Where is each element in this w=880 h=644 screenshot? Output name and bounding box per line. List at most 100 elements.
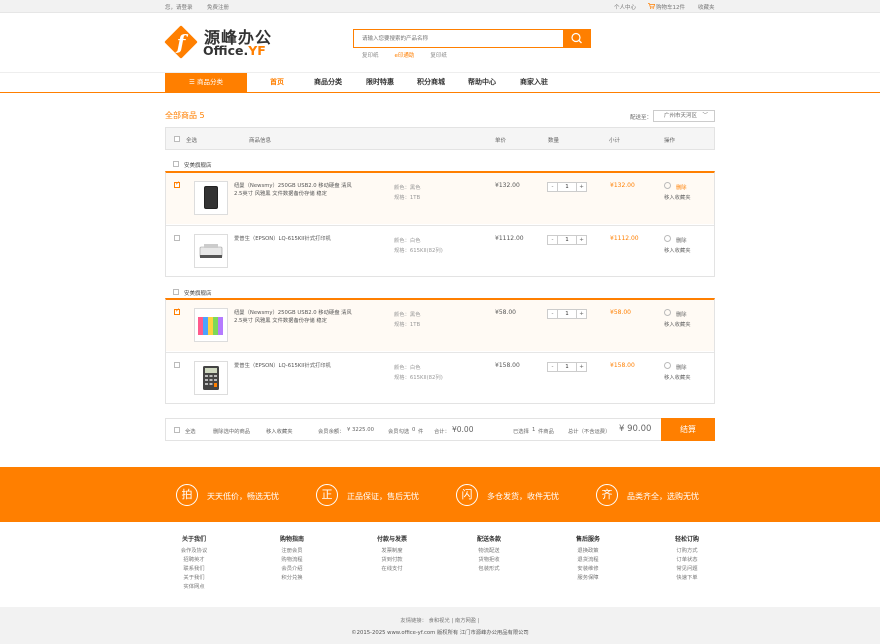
delete-circle-icon[interactable] xyxy=(664,182,671,189)
cart-table-header: 全选 商品信息 单价 数量 小计 操作 xyxy=(165,127,715,150)
delete-circle-icon[interactable] xyxy=(664,235,671,242)
item-checkbox[interactable] xyxy=(174,362,180,368)
footer-link[interactable]: 会作及协议 xyxy=(164,547,224,556)
greeting-login-link[interactable]: 您，请登录 xyxy=(165,3,193,11)
qty-value[interactable]: 1 xyxy=(558,363,576,371)
footer-link[interactable]: 物流配送 xyxy=(459,547,519,556)
summary-move-favorites-button[interactable]: 移入收藏夹 xyxy=(266,427,293,435)
qty-plus-button[interactable]: + xyxy=(576,236,586,244)
footer-link[interactable]: 发票制度 xyxy=(362,547,422,556)
delete-circle-icon[interactable] xyxy=(664,362,671,369)
points-value: 0 xyxy=(412,427,416,433)
footer-link[interactable]: 货物拒收 xyxy=(459,556,519,565)
feature-icon-fast-shipping: 闪 xyxy=(456,484,478,506)
nav-item-categories[interactable]: 商品分类 xyxy=(314,73,342,92)
footer-column-guide: 购物指南 注册会员 购物流程 会员介绍 积分兑换 xyxy=(262,534,322,583)
move-to-favorites-button[interactable]: 移入收藏夹 xyxy=(664,246,691,254)
footer-link[interactable]: 包装形式 xyxy=(459,565,519,574)
item-checkbox[interactable] xyxy=(174,307,180,315)
footer-link[interactable]: 货到付款 xyxy=(362,556,422,565)
personal-center-link[interactable]: 个人中心 xyxy=(614,3,636,11)
delete-button[interactable]: 删除 xyxy=(676,236,687,244)
nav-item-deals[interactable]: 限时特惠 xyxy=(366,73,394,92)
footer-link[interactable]: 退货流程 xyxy=(558,556,618,565)
hot-word[interactable]: 复印纸 xyxy=(362,53,379,59)
footer-column-title: 配送条款 xyxy=(476,536,501,543)
nav-item-merchant[interactable]: 商家入驻 xyxy=(520,73,548,92)
nav-underline xyxy=(0,92,880,93)
move-to-favorites-button[interactable]: 移入收藏夹 xyxy=(664,373,691,381)
nav-item-help[interactable]: 帮助中心 xyxy=(468,73,496,92)
footer-link[interactable]: 订单状态 xyxy=(657,556,717,565)
footer-link[interactable]: 安装维修 xyxy=(558,565,618,574)
hot-word[interactable]: 复印纸 xyxy=(430,53,447,59)
footer-link[interactable]: 招聘英才 xyxy=(164,556,224,565)
delete-button[interactable]: 删除 xyxy=(676,183,687,191)
item-checkbox[interactable] xyxy=(174,180,180,188)
product-thumbnail[interactable] xyxy=(194,308,228,342)
search-input[interactable] xyxy=(354,30,563,47)
move-to-favorites-button[interactable]: 移入收藏夹 xyxy=(664,193,691,201)
category-menu-button[interactable]: ☰ 商品分类 xyxy=(165,73,247,92)
checkout-button[interactable]: 结算 xyxy=(661,418,715,441)
logo-en-accent: YF xyxy=(248,43,266,58)
shop-checkbox[interactable] xyxy=(173,161,179,167)
footer-link[interactable]: 常见问题 xyxy=(657,565,717,574)
nav-item-points-mall[interactable]: 积分商城 xyxy=(417,73,445,92)
friend-links[interactable]: 友情链接： 食和视光 | 南方网盈 | xyxy=(0,616,880,624)
quantity-stepper: -1 + xyxy=(547,309,587,319)
product-name[interactable]: 纽曼（Newsmy）250GB USB2.0 移动硬盘 清风 2.5英寸 风雅黑… xyxy=(234,182,354,198)
cart-item: 纽曼（Newsmy）250GB USB2.0 移动硬盘 清风 2.5英寸 风雅黑… xyxy=(166,300,714,351)
cart-icon[interactable] xyxy=(648,3,656,11)
footer-link[interactable]: 会员介绍 xyxy=(262,565,322,574)
product-thumbnail[interactable] xyxy=(194,361,228,395)
unit-price: ¥158.00 xyxy=(495,362,520,369)
product-name[interactable]: 纽曼（Newsmy）250GB USB2.0 移动硬盘 清风 2.5英寸 风雅黑… xyxy=(234,309,354,325)
product-name[interactable]: 爱普生（EPSON）LQ-615KII针式打印机 xyxy=(234,362,354,370)
qty-minus-button[interactable]: - xyxy=(548,310,558,318)
footer-link[interactable]: 退换政策 xyxy=(558,547,618,556)
shop-checkbox[interactable] xyxy=(173,289,179,295)
qty-value[interactable]: 1 xyxy=(558,310,576,318)
qty-plus-button[interactable]: + xyxy=(576,183,586,191)
item-checkbox[interactable] xyxy=(174,235,180,241)
delete-button[interactable]: 删除 xyxy=(676,363,687,371)
delete-selected-button[interactable]: 删除选中的商品 xyxy=(213,427,250,435)
summary-select-all-checkbox[interactable] xyxy=(174,427,180,433)
logo-glyph: f xyxy=(176,30,186,54)
footer-link[interactable]: 订购方式 xyxy=(657,547,717,556)
product-thumbnail[interactable] xyxy=(194,181,228,215)
qty-value[interactable]: 1 xyxy=(558,183,576,191)
footer-link[interactable]: 关于我们 xyxy=(164,574,224,583)
footer-link[interactable]: 快速下单 xyxy=(657,574,717,583)
delete-circle-icon[interactable] xyxy=(664,309,671,316)
qty-minus-button[interactable]: - xyxy=(548,236,558,244)
qty-plus-button[interactable]: + xyxy=(576,363,586,371)
cart-link[interactable]: 购物车12件 xyxy=(656,3,685,11)
footer-link[interactable]: 在线支付 xyxy=(362,565,422,574)
qty-plus-button[interactable]: + xyxy=(576,310,586,318)
product-thumbnail[interactable] xyxy=(194,234,228,268)
search-button[interactable] xyxy=(563,29,591,48)
nav-item-home[interactable]: 首页 xyxy=(270,73,284,92)
move-to-favorites-button[interactable]: 移入收藏夹 xyxy=(664,320,691,328)
qty-minus-button[interactable]: - xyxy=(548,363,558,371)
footer-link[interactable]: 联系我们 xyxy=(164,565,224,574)
cart-title: 全部商品 5 xyxy=(165,111,205,120)
footer-column-payment: 付款与发票 发票制度 货到付款 在线支付 xyxy=(362,534,422,574)
hot-word[interactable]: e印通助 xyxy=(395,53,415,59)
qty-minus-button[interactable]: - xyxy=(548,183,558,191)
footer-link[interactable]: 积分兑换 xyxy=(262,574,322,583)
footer-link[interactable]: 服务保障 xyxy=(558,574,618,583)
delete-button[interactable]: 删除 xyxy=(676,310,687,318)
qty-value[interactable]: 1 xyxy=(558,236,576,244)
footer-link[interactable]: 实体网点 xyxy=(164,583,224,592)
chevron-down-icon: ﹀ xyxy=(702,113,708,119)
ship-region-select[interactable]: 广州市天河区 ﹀ xyxy=(653,110,715,122)
footer-link[interactable]: 注册会员 xyxy=(262,547,322,556)
footer-link[interactable]: 购物流程 xyxy=(262,556,322,565)
favorites-link[interactable]: 收藏夹 xyxy=(698,3,715,11)
select-all-checkbox[interactable] xyxy=(174,136,180,142)
register-link[interactable]: 免费注册 xyxy=(207,3,229,11)
product-name[interactable]: 爱普生（EPSON）LQ-615KII针式打印机 xyxy=(234,235,354,243)
